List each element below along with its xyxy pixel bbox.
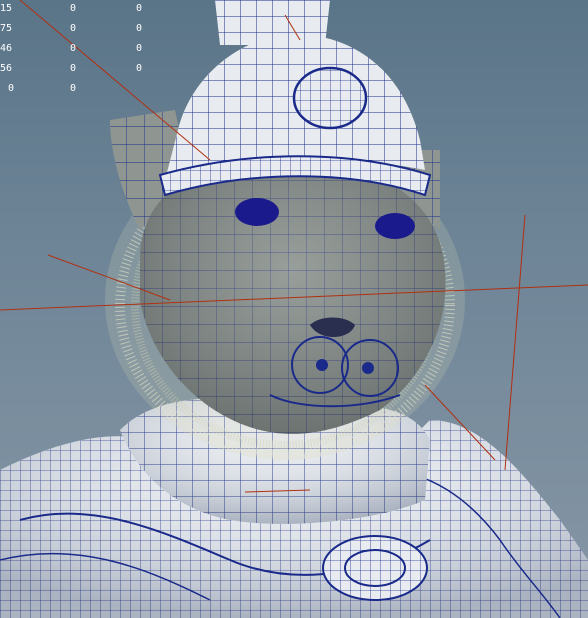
brooch-mesh[interactable] — [322, 535, 428, 601]
hud-value: 0 — [135, 23, 142, 34]
hud-value: 46 — [0, 43, 12, 54]
stats-hud: 15 0 0 75 0 0 46 0 0 56 0 0 0 0 — [0, 0, 160, 100]
hud-value: 0 — [69, 43, 76, 54]
hud-value: 75 — [0, 23, 12, 34]
hud-row: 15 0 0 — [0, 2, 160, 16]
hud-value: 0 — [69, 3, 76, 14]
hud-value: 0 — [135, 3, 142, 14]
hud-row: 56 0 0 — [0, 62, 160, 76]
hud-value: 0 — [135, 63, 142, 74]
hud-value: 56 — [0, 63, 12, 74]
hud-row: 0 0 — [0, 82, 160, 96]
hud-row: 46 0 0 — [0, 42, 160, 56]
hud-value: 0 — [7, 83, 14, 94]
hud-value: 15 — [0, 3, 12, 14]
hud-value: 0 — [69, 63, 76, 74]
right-eye — [375, 213, 415, 239]
hud-value: 0 — [69, 23, 76, 34]
hud-value: 0 — [69, 83, 76, 94]
helmet-badge — [292, 66, 368, 130]
helmet-mesh[interactable] — [158, 0, 432, 197]
hud-row: 75 0 0 — [0, 22, 160, 36]
hud-value: 0 — [135, 43, 142, 54]
3d-viewport[interactable]: 15 0 0 75 0 0 46 0 0 56 0 0 0 0 — [0, 0, 588, 618]
left-eye — [235, 198, 279, 226]
